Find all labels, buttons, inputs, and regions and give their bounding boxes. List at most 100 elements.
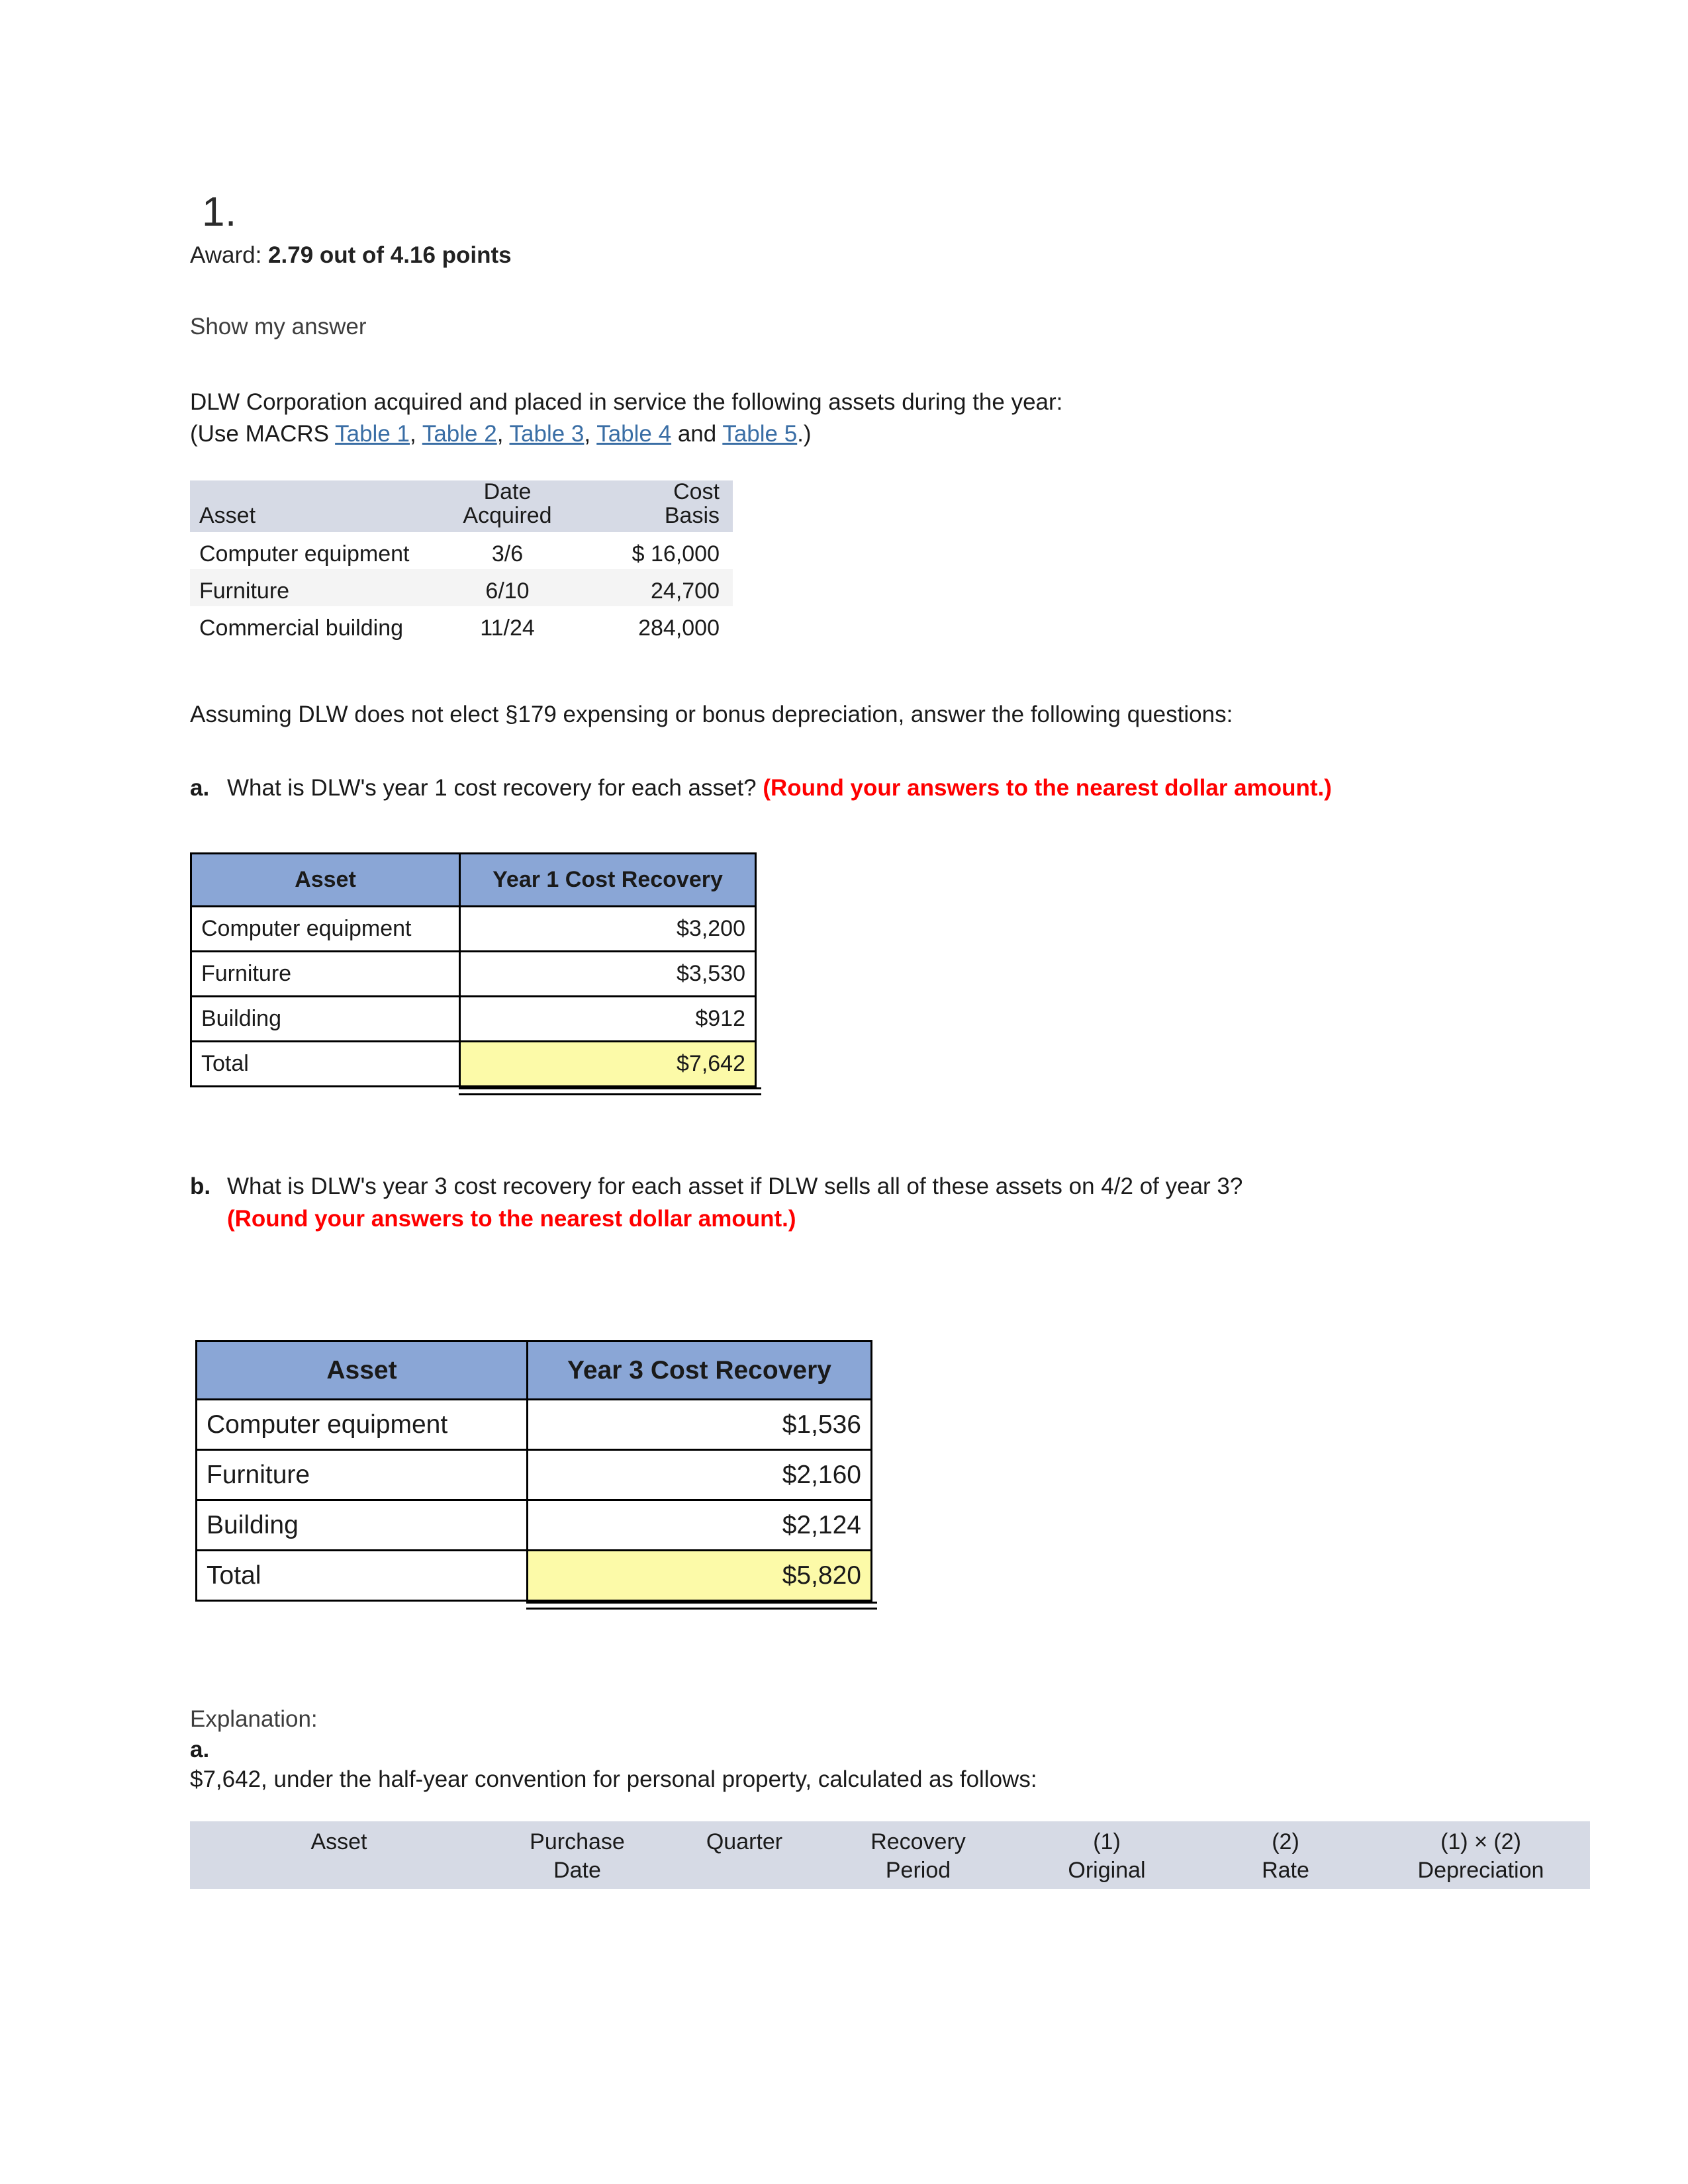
link-table-2[interactable]: Table 2 [422, 421, 497, 447]
detail-two-line2: Rate [1262, 1858, 1309, 1884]
cell-total-label: Total [195, 1549, 528, 1602]
show-my-answer[interactable]: Show my answer [190, 314, 1593, 340]
table-row: Computer equipment 3/6 $ 16,000 [190, 532, 733, 569]
detail-header-depreciation: (1) × (2) Depreciation [1372, 1821, 1590, 1889]
table-row: Building $912 [190, 995, 757, 1042]
cell-asset: Computer equipment [195, 1398, 528, 1451]
cell-basis: $ 16,000 [632, 541, 720, 567]
detail-two-line1: (2) [1272, 1829, 1299, 1854]
detail-purchase-line1: Purchase [530, 1829, 625, 1854]
table-row: Commercial building 11/24 284,000 [190, 606, 733, 643]
link-table-3[interactable]: Table 3 [510, 421, 585, 447]
cell-total-label: Total [190, 1040, 461, 1087]
cell-total-value[interactable]: $5,820 [526, 1549, 872, 1602]
detail-header-rate: (2) Rate [1199, 1821, 1372, 1889]
detail-header-purchase-date: Purchase Date [488, 1821, 667, 1889]
header-cost-basis: Cost Basis [588, 479, 733, 532]
header-cost-line1: Cost [673, 479, 720, 505]
link-table-5[interactable]: Table 5 [722, 421, 797, 447]
detail-header-asset: Asset [190, 1821, 488, 1889]
detail-header-recovery-period: Recovery Period [822, 1821, 1014, 1889]
detail-recovery-line2: Period [885, 1858, 951, 1884]
cell-basis: 284,000 [638, 615, 720, 641]
link-table-4[interactable]: Table 4 [596, 421, 671, 447]
cell-asset: Computer equipment [199, 541, 410, 567]
table-row: Furniture $2,160 [195, 1449, 872, 1502]
cell-asset: Furniture [190, 569, 427, 606]
cell-date: 3/6 [491, 541, 524, 567]
prompt-line-1: DLW Corporation acquired and placed in s… [190, 388, 1063, 415]
cell-asset: Furniture [195, 1449, 528, 1502]
explanation-text: $7,642, under the half-year convention f… [190, 1766, 1037, 1793]
cell-asset: Commercial building [199, 615, 404, 641]
explanation-label: Explanation: [190, 1706, 318, 1733]
table-row: Computer equipment $1,536 [195, 1398, 872, 1451]
cell-asset: Furniture [190, 950, 461, 997]
detail-purchase-line2: Date [553, 1858, 601, 1884]
cell-asset: Building [190, 995, 461, 1042]
header-date-line1: Date [483, 479, 532, 505]
detail-prod-line1: (1) × (2) [1440, 1829, 1521, 1854]
cell-year1-value[interactable]: $912 [459, 995, 757, 1042]
part-b-rounding-note: (Round your answers to the nearest dolla… [227, 1206, 796, 1232]
table-row: Furniture $3,530 [190, 950, 757, 997]
year3-header-row: Asset Year 3 Cost Recovery [195, 1340, 872, 1401]
sep-3: , [584, 421, 597, 447]
table-row: Building $2,124 [195, 1499, 872, 1552]
table-row-total: Total $5,820 [195, 1549, 872, 1602]
part-a-rounding-note: (Round your answers to the nearest dolla… [763, 775, 1332, 801]
explanation-part-letter: a. [190, 1736, 210, 1762]
part-a-question: What is DLW's year 1 cost recovery for e… [227, 775, 763, 801]
detail-one-line1: (1) [1093, 1829, 1121, 1854]
year1-cost-recovery-table: Asset Year 1 Cost Recovery Computer equi… [190, 852, 757, 1087]
cell-date: 6/10 [427, 569, 588, 606]
asset-summary-table: Asset Date Acquired Cost Basis Computer … [190, 480, 733, 643]
part-a-text: What is DLW's year 1 cost recovery for e… [227, 772, 1593, 805]
document-page: 1. Award: 2.79 out of 4.16 points Show m… [0, 0, 1688, 2184]
part-b-letter: b. [190, 1173, 211, 1199]
header-date-line2: Acquired [463, 503, 552, 529]
award-line: Award: 2.79 out of 4.16 points [190, 241, 1593, 270]
sep-2: , [496, 421, 510, 447]
question-number: 1. [202, 189, 237, 235]
detail-header-row: Asset Purchase Date Quarter Recovery Per… [190, 1821, 1590, 1889]
asset-summary-header-row: Asset Date Acquired Cost Basis [190, 479, 733, 532]
part-b-question: What is DLW's year 3 cost recovery for e… [227, 1173, 1243, 1199]
header-cost-line2: Basis [664, 503, 720, 529]
detail-header-original: (1) Original [1014, 1821, 1199, 1889]
table-row: Furniture 6/10 24,700 [190, 569, 733, 606]
cell-date: 11/24 [480, 615, 535, 641]
prompt-paragraph: DLW Corporation acquired and placed in s… [190, 387, 1593, 451]
cell-asset: Building [195, 1499, 528, 1552]
year3-total-double-underline [526, 1602, 877, 1610]
cell-year3-value[interactable]: $2,124 [526, 1499, 872, 1552]
detail-recovery-line1: Recovery [870, 1829, 966, 1854]
question-part-a: a. What is DLW's year 1 cost recovery fo… [190, 772, 1593, 805]
detail-header-quarter: Quarter [667, 1821, 822, 1889]
cell-total-value[interactable]: $7,642 [459, 1040, 757, 1087]
assumption-paragraph: Assuming DLW does not elect §179 expensi… [190, 701, 1233, 727]
sep-1: , [409, 421, 422, 447]
prompt-use-macrs: (Use MACRS [190, 421, 336, 447]
year1-header-row: Asset Year 1 Cost Recovery [190, 852, 757, 907]
cell-year1-value[interactable]: $3,530 [459, 950, 757, 997]
part-a-letter: a. [190, 775, 210, 801]
table-row-total: Total $7,642 [190, 1040, 757, 1087]
year1-header-value: Year 1 Cost Recovery [459, 852, 757, 907]
cell-year3-value[interactable]: $2,160 [526, 1449, 872, 1502]
link-table-1[interactable]: Table 1 [335, 421, 410, 447]
cell-year3-value[interactable]: $1,536 [526, 1398, 872, 1451]
detail-one-line2: Original [1068, 1858, 1146, 1884]
year3-header-asset: Asset [195, 1340, 528, 1401]
detail-prod-line2: Depreciation [1417, 1858, 1544, 1884]
cell-year1-value[interactable]: $3,200 [459, 905, 757, 952]
document-content: 1. Award: 2.79 out of 4.16 points Show m… [190, 192, 1593, 1889]
depreciation-detail-table: Asset Purchase Date Quarter Recovery Per… [190, 1821, 1590, 1889]
year3-cost-recovery-table: Asset Year 3 Cost Recovery Computer equi… [195, 1340, 872, 1602]
year3-header-value: Year 3 Cost Recovery [526, 1340, 872, 1401]
and-word: and [671, 421, 723, 447]
header-asset: Asset [190, 480, 427, 532]
part-b-text: What is DLW's year 3 cost recovery for e… [227, 1170, 1593, 1236]
year1-table-wrap: Asset Year 1 Cost Recovery Computer equi… [190, 852, 761, 1095]
year1-header-asset: Asset [190, 852, 461, 907]
